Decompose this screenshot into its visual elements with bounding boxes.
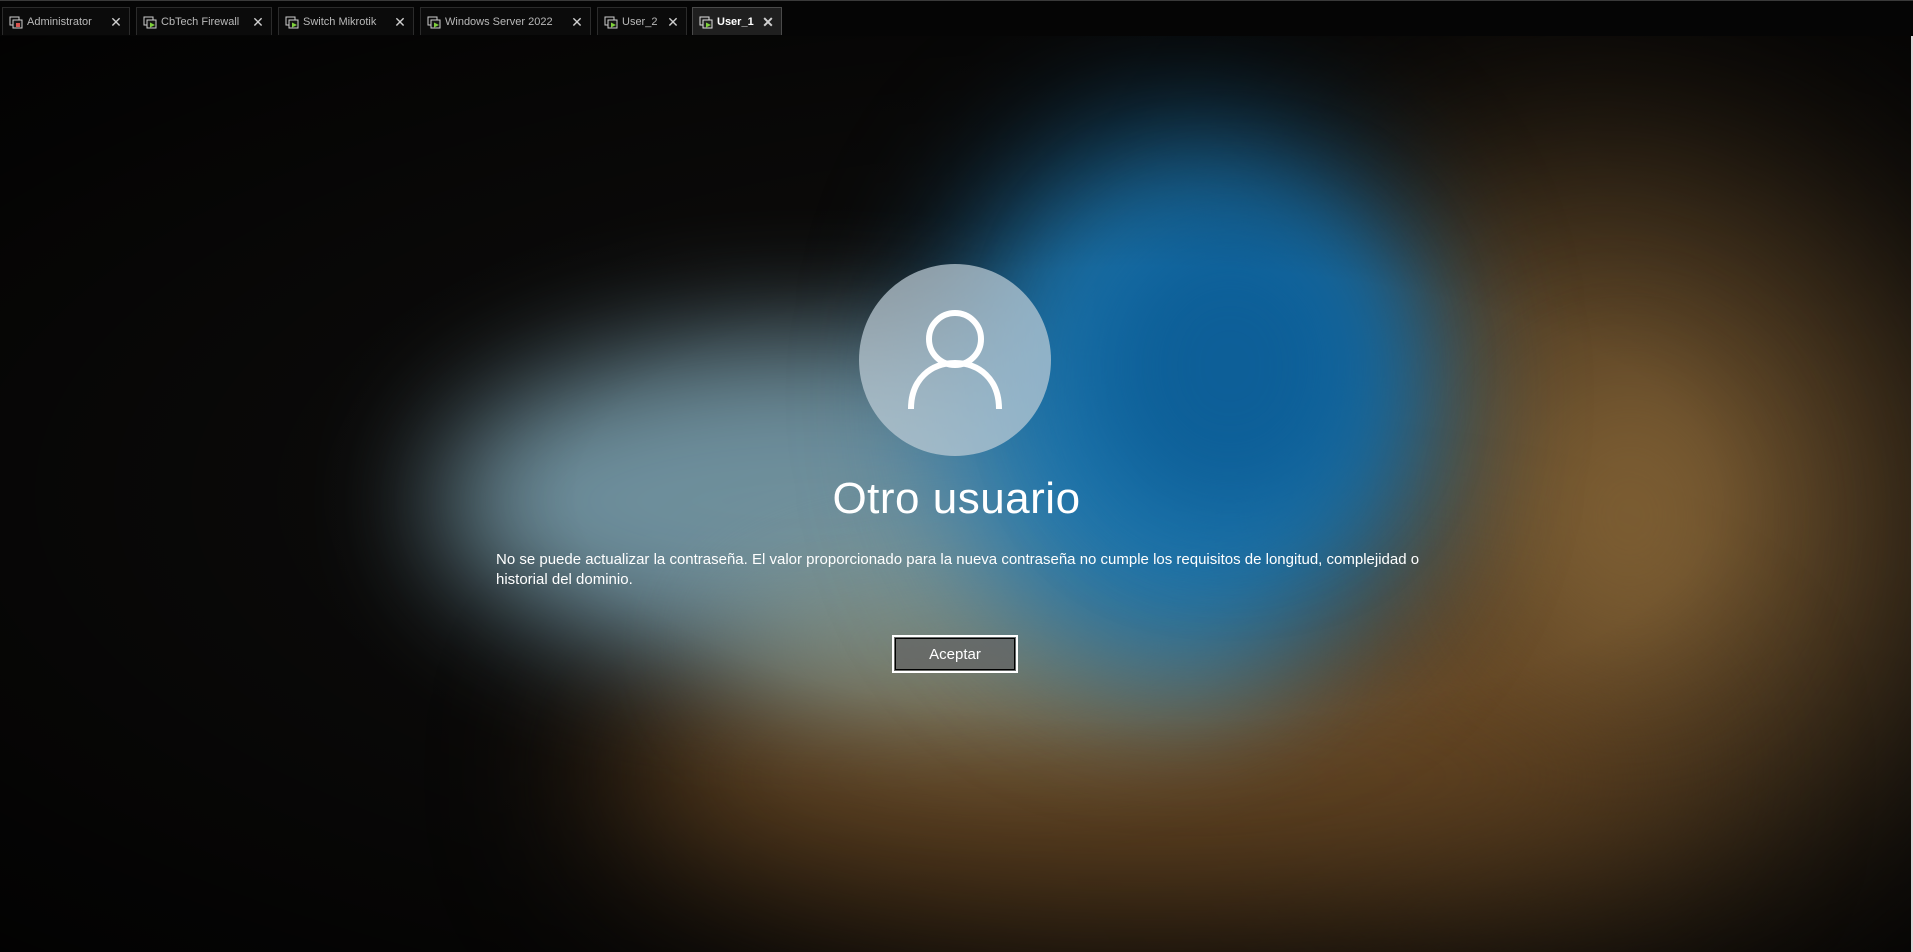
vm-running-icon [285, 15, 299, 29]
tab-label: Administrator [27, 15, 92, 28]
close-icon[interactable]: ✕ [393, 15, 407, 29]
vm-console-window: Administrator ✕ CbTech Firewall ✕ Switch… [0, 0, 1913, 952]
close-icon[interactable]: ✕ [109, 15, 123, 29]
tab-label: User_1 [717, 15, 754, 28]
close-icon[interactable]: ✕ [570, 15, 584, 29]
tab-label: Windows Server 2022 [445, 15, 553, 28]
tab-user-2[interactable]: User_2 ✕ [597, 7, 687, 35]
accept-button[interactable]: Aceptar [892, 635, 1018, 673]
close-icon[interactable]: ✕ [761, 15, 775, 29]
vm-tab-bar: Administrator ✕ CbTech Firewall ✕ Switch… [0, 0, 1913, 36]
close-icon[interactable]: ✕ [666, 15, 680, 29]
user-avatar [859, 264, 1051, 456]
tab-label: Switch Mikrotik [303, 15, 377, 28]
tab-cbtech-firewall[interactable]: CbTech Firewall ✕ [136, 7, 272, 35]
tab-windows-server-2022[interactable]: Windows Server 2022 ✕ [420, 7, 591, 35]
tab-label: User_2 [622, 15, 658, 28]
close-icon[interactable]: ✕ [251, 15, 265, 29]
error-message: No se puede actualizar la contraseña. El… [496, 551, 1420, 588]
tab-switch-mikrotik[interactable]: Switch Mikrotik ✕ [278, 7, 414, 35]
vm-running-icon [143, 15, 157, 29]
vm-running-icon [604, 15, 618, 29]
vm-running-icon [427, 15, 441, 29]
vm-stopped-icon [9, 15, 23, 29]
remote-desktop-screen[interactable]: Otro usuario No se puede actualizar la c… [0, 36, 1913, 952]
tab-user-1[interactable]: User_1 ✕ [692, 7, 782, 35]
user-icon [908, 310, 1002, 410]
tab-administrator[interactable]: Administrator ✕ [2, 7, 130, 35]
username-heading: Otro usuario [832, 474, 1081, 523]
tab-label: CbTech Firewall [161, 15, 240, 28]
vm-running-icon [699, 15, 713, 29]
